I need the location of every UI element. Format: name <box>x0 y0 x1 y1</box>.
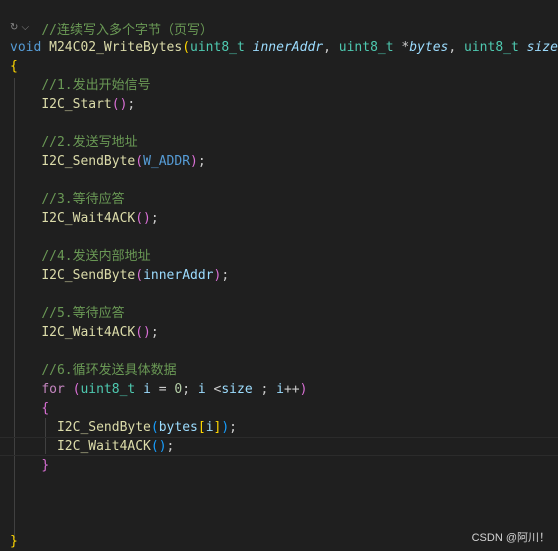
brace-close-line: } <box>10 532 18 551</box>
paren: ) <box>299 382 308 397</box>
keyword-for: for <box>41 382 65 397</box>
paren: () <box>135 211 151 226</box>
paren: () <box>111 97 128 112</box>
param-innerAddr: innerAddr <box>252 40 324 55</box>
code-line-7: I2C_SendByte(bytes[i]); <box>10 418 237 437</box>
comment-line-6: //6.循环发送具体数据 <box>10 361 177 380</box>
arg-bytes: bytes <box>158 420 198 435</box>
operator: < <box>205 382 222 397</box>
code-line-2: I2C_SendByte(W_ADDR); <box>10 152 206 171</box>
comment-3: //3.等待应答 <box>41 192 125 207</box>
code-line-8: I2C_Wait4ACK(); <box>10 437 174 456</box>
code-line-1: I2C_Start(); <box>10 95 135 114</box>
paren: () <box>135 325 151 340</box>
call-i2c-wait4ack: I2C_Wait4ACK <box>41 325 136 340</box>
comment-line-1: //1.发出开始信号 <box>10 76 151 95</box>
var-size: size <box>221 382 253 397</box>
code-line-4: I2C_SendByte(innerAddr); <box>10 266 229 285</box>
comment-line-4: //4.发送内部地址 <box>10 247 151 266</box>
operator: = <box>150 382 175 397</box>
paren: ) <box>190 154 198 169</box>
param-size: size <box>526 40 558 55</box>
call-i2c-wait4ack: I2C_Wait4ACK <box>41 211 136 226</box>
code-line-5: I2C_Wait4ACK(); <box>10 323 159 342</box>
comment-2: //2.发送写地址 <box>41 135 138 150</box>
semicolon: ; <box>197 154 206 169</box>
comment-5: //5.等待应答 <box>41 306 125 321</box>
call-i2c-wait4ack: I2C_Wait4ACK <box>56 439 151 454</box>
paren: () <box>150 439 167 454</box>
call-i2c-sendbyte: I2C_SendByte <box>41 268 136 283</box>
comment-4: //4.发送内部地址 <box>41 249 151 264</box>
inner-brace-close-line: } <box>10 456 49 475</box>
semicolon: ; <box>182 382 198 397</box>
type-name: uint8_t <box>80 382 136 397</box>
header-comment-line: //连续写入多个字节（页写） <box>10 2 213 38</box>
function-signature-line: void M24C02_WriteBytes(uint8_t innerAddr… <box>10 38 558 57</box>
code-line-3: I2C_Wait4ACK(); <box>10 209 159 228</box>
close-brace: } <box>41 458 50 473</box>
open-brace: { <box>41 401 50 416</box>
call-i2c-sendbyte: I2C_SendByte <box>41 154 136 169</box>
arg-inneraddr: innerAddr <box>143 268 214 283</box>
csdn-watermark: CSDN @阿川！ <box>471 532 550 544</box>
var-i: i <box>197 382 206 397</box>
refresh-chevron-icon[interactable]: ↻ ⌵ <box>10 22 29 33</box>
punctuation: , <box>323 40 339 55</box>
inner-brace-open-line: { <box>10 399 49 418</box>
semicolon: ; <box>166 439 175 454</box>
pointer-star: * <box>393 40 410 55</box>
comment-1: //1.发出开始信号 <box>41 78 151 93</box>
type-name: uint8_t <box>190 40 245 55</box>
call-i2c-start: I2C_Start <box>41 97 112 112</box>
comment-line-5: //5.等待应答 <box>10 304 125 323</box>
semicolon: ; <box>252 382 277 397</box>
paren: ( <box>135 154 144 169</box>
header-comment: //连续写入多个字节（页写） <box>41 23 213 38</box>
semicolon: ; <box>229 420 237 435</box>
comment-6: //6.循环发送具体数据 <box>41 363 177 378</box>
var-i: i <box>135 382 151 397</box>
brace-open-line: { <box>10 57 18 76</box>
bracket: [ <box>197 420 206 435</box>
macro-w-addr: W_ADDR <box>143 154 191 169</box>
var-i: i <box>205 420 214 435</box>
code-editor[interactable]: //连续写入多个字节（页写） ↻ ⌵ void M24C02_WriteByte… <box>0 0 558 551</box>
param-bytes: bytes <box>409 40 449 55</box>
comment-line-3: //3.等待应答 <box>10 190 125 209</box>
semicolon: ; <box>150 325 159 340</box>
paren: ( <box>150 420 159 435</box>
close-brace: } <box>10 534 18 549</box>
operator: ++ <box>283 382 300 397</box>
comment-line-2: //2.发送写地址 <box>10 133 138 152</box>
paren: ( <box>64 382 81 397</box>
semicolon: ; <box>150 211 159 226</box>
paren: ( <box>135 268 144 283</box>
function-name: M24C02_WriteBytes <box>49 40 183 55</box>
semicolon: ; <box>221 268 230 283</box>
var-i: i <box>276 382 284 397</box>
paren: ( <box>182 40 191 55</box>
punctuation: , <box>448 40 465 55</box>
for-loop-line: for (uint8_t i = 0; i <size ; i++) <box>10 380 307 399</box>
call-i2c-sendbyte: I2C_SendByte <box>56 420 151 435</box>
keyword-void: void <box>10 40 42 55</box>
type-name: uint8_t <box>464 40 519 55</box>
open-brace: { <box>10 59 18 74</box>
paren: ) <box>221 420 230 435</box>
type-name: uint8_t <box>338 40 394 55</box>
semicolon: ; <box>127 97 136 112</box>
codelens-widget[interactable]: ↻ ⌵ <box>10 22 29 36</box>
